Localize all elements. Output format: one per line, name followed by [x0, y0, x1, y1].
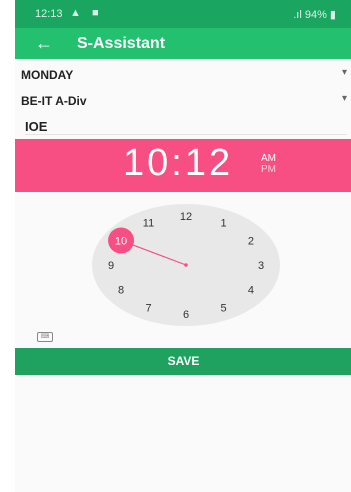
status-time: 12:13 [35, 8, 63, 20]
clock-dial[interactable]: 121234567891011 [92, 204, 280, 326]
battery-indicator: .ıl 94% ▮ [293, 9, 336, 21]
app-bar: ← S-Assistant [15, 28, 351, 59]
class-select-value: BE-IT A-Div [21, 94, 87, 108]
am-option[interactable]: AM [261, 153, 276, 164]
clock-hour-9[interactable]: 9 [108, 260, 114, 272]
notification-icons: ▲ ■ [70, 7, 103, 19]
clock-hour-11[interactable]: 11 [143, 218, 154, 230]
clock-center [184, 263, 188, 267]
dropdown-arrow-icon: ▾ [341, 67, 347, 78]
day-select-value: MONDAY [21, 68, 74, 82]
pm-option[interactable]: PM [261, 164, 276, 175]
class-select[interactable]: BE-IT A-Div ▾ [21, 89, 347, 111]
clock-hour-5[interactable]: 5 [220, 302, 226, 314]
clock-hour-2[interactable]: 2 [248, 236, 254, 248]
clock-hour-3[interactable]: 3 [258, 260, 264, 272]
day-select[interactable]: MONDAY ▾ [21, 63, 347, 85]
app-title: S-Assistant [77, 35, 166, 52]
phone-screen: 12:13 ▲ ■ .ıl 94% ▮ ← S-Assistant MONDAY… [15, 0, 351, 492]
time-picker-header: 10:12 AM PM [15, 139, 351, 192]
clock-hour-7[interactable]: 7 [145, 302, 151, 314]
save-button[interactable]: SAVE [15, 348, 351, 375]
clock-hour-8[interactable]: 8 [118, 285, 124, 297]
dropdown-arrow-icon: ▾ [341, 93, 347, 104]
selected-time[interactable]: 10:12 [123, 142, 233, 185]
am-pm-toggle: AM PM [261, 153, 276, 175]
clock-hour-4[interactable]: 4 [248, 285, 254, 297]
subject-input-value: IOE [25, 119, 48, 134]
status-bar: 12:13 ▲ ■ .ıl 94% ▮ [15, 0, 351, 28]
clock-hour-6[interactable]: 6 [183, 309, 189, 321]
clock-hour-1[interactable]: 1 [220, 218, 226, 230]
subject-input[interactable]: IOE [25, 116, 347, 135]
keyboard-icon[interactable]: ⌨ [37, 332, 53, 342]
back-arrow-icon[interactable]: ← [35, 33, 53, 53]
clock-hour-12[interactable]: 12 [180, 211, 192, 223]
clock-hour-10[interactable]: 10 [115, 236, 127, 248]
